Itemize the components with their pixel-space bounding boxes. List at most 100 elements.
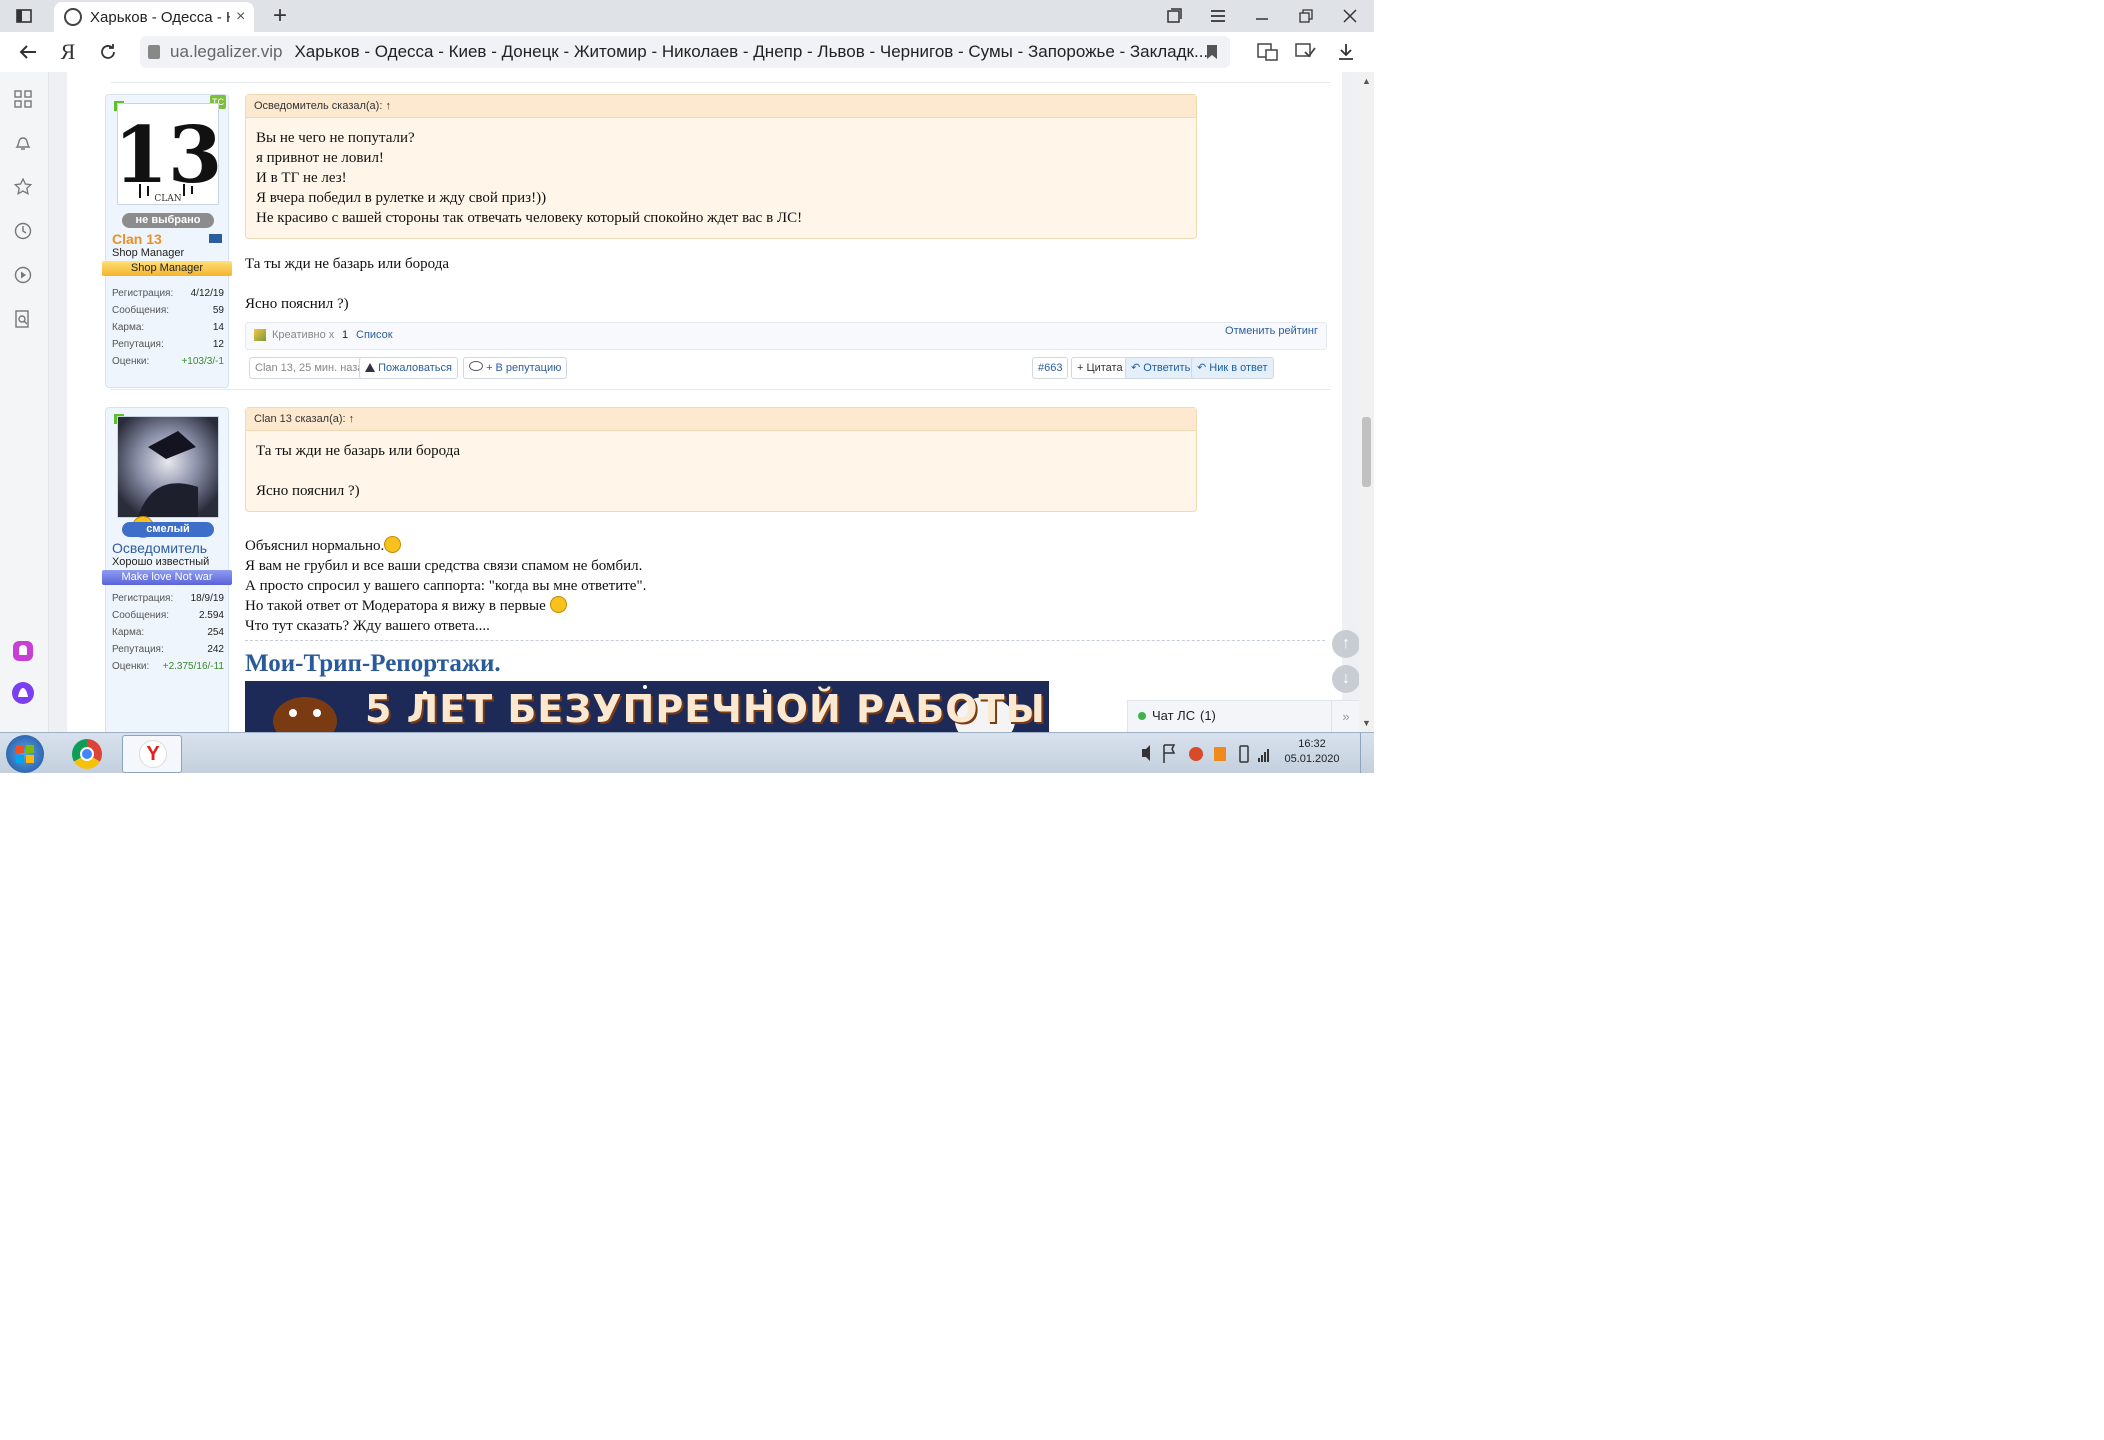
- lock-icon: [148, 45, 160, 59]
- bookmark-icon[interactable]: [1194, 32, 1230, 72]
- scroll-down-arrow-icon[interactable]: ▼: [1362, 718, 1371, 728]
- quote-line: Ясно пояснил ?): [256, 483, 360, 499]
- banner-text: 5 ЛЕТ БЕЗУПРЕЧНОЙ РАБОТЫ: [365, 687, 1046, 731]
- quote-line: [256, 461, 1186, 481]
- avatar[interactable]: [117, 416, 219, 518]
- reply-label: Ответить: [1143, 362, 1191, 374]
- clock[interactable]: 16:32 05.01.2020: [1282, 733, 1342, 773]
- yandex-taskbar-button[interactable]: Y: [122, 735, 182, 773]
- user-title: Shop Manager: [112, 247, 185, 259]
- clock-time: 16:32: [1298, 738, 1326, 750]
- quote-line: Та ты жди не базарь или борода: [256, 443, 461, 459]
- username[interactable]: Осведомитель: [112, 540, 207, 556]
- scrollbar-thumb[interactable]: [1362, 417, 1371, 487]
- yandex-browser-icon: Y: [139, 740, 167, 768]
- shocked-emoji-icon: [549, 596, 567, 613]
- quote-line: И в ТГ не лез!: [256, 170, 347, 186]
- rating-strip: Креативно x 1 Список Отменить рейтинг: [245, 322, 1327, 350]
- chat-pm-widget[interactable]: Чат ЛС (1) »: [1127, 700, 1359, 732]
- quote-body: Вы не чего не попутали? я привнот не лов…: [246, 118, 1196, 238]
- reply-arrow-icon: ↶: [1131, 362, 1141, 374]
- play-icon[interactable]: [10, 262, 36, 288]
- stat-label: Сообщения:: [112, 305, 170, 316]
- stat-value: 4/12/19: [190, 288, 224, 299]
- post-divider: [111, 82, 1331, 83]
- download-icon[interactable]: [1328, 32, 1364, 72]
- translate-icon[interactable]: [1250, 32, 1286, 72]
- warning-icon: [365, 363, 375, 372]
- browser-titlebar: Харьков - Одесса - Киев × +: [0, 0, 1374, 32]
- post-divider: [111, 389, 1331, 390]
- notification-bell-icon[interactable]: [10, 130, 36, 156]
- new-tab-button[interactable]: +: [258, 0, 302, 32]
- quote-header[interactable]: Осведомитель сказал(а): ↑: [246, 95, 1196, 118]
- user-banner: Shop Manager: [102, 261, 232, 276]
- stat-label: Оценки:: [112, 661, 150, 672]
- tab-favicon-icon: [64, 8, 82, 26]
- stat-label: Оценки:: [112, 356, 150, 367]
- avatar[interactable]: 13 CLAN: [114, 103, 222, 205]
- quote-button[interactable]: + Цитата: [1071, 357, 1129, 379]
- search-doc-icon[interactable]: [10, 306, 36, 332]
- message-line: [245, 274, 449, 294]
- avatar-caption: CLAN: [154, 194, 181, 204]
- stat-value: +2.375/16/-11: [162, 661, 224, 672]
- report-button[interactable]: Пожаловаться: [359, 357, 458, 379]
- avatar-number: 13: [118, 110, 218, 201]
- online-dot-icon: [1138, 712, 1146, 720]
- back-arrow-icon[interactable]: [10, 32, 46, 72]
- rating-count: 1: [342, 329, 349, 341]
- username[interactable]: Clan 13: [112, 231, 162, 247]
- cancel-rating-link[interactable]: Отменить рейтинг: [1225, 325, 1318, 337]
- collections-icon[interactable]: [1152, 0, 1196, 32]
- nick-reply-button[interactable]: ↶ Ник в ответ: [1191, 357, 1274, 379]
- quote-header[interactable]: Clan 13 сказал(а): ↑: [246, 408, 1196, 431]
- start-button[interactable]: [6, 735, 44, 773]
- tab-close-icon[interactable]: ×: [236, 8, 245, 26]
- sidebar-toggle-icon[interactable]: [2, 0, 46, 32]
- message-line: А просто спросил у вашего саппорта: "ког…: [245, 578, 647, 594]
- scroll-down-button[interactable]: ↓: [1332, 665, 1359, 693]
- close-window-icon[interactable]: [1328, 0, 1372, 32]
- restore-icon[interactable]: [1284, 0, 1328, 32]
- stat-value: 2.594: [198, 610, 224, 621]
- url-page-title: Харьков - Одесса - Киев - Донецк - Житом…: [294, 42, 1209, 61]
- message-line: Объяснил нормально.: [245, 538, 385, 554]
- post-number-link[interactable]: #663: [1032, 357, 1069, 379]
- chat-label: Чат ЛС: [1152, 708, 1196, 723]
- menu-icon[interactable]: [1196, 0, 1240, 32]
- alice-assistant-icon[interactable]: [10, 680, 36, 706]
- tab-active[interactable]: Харьков - Одесса - Киев ×: [54, 2, 254, 32]
- scroll-up-button[interactable]: ↑: [1332, 630, 1359, 658]
- signature-banner[interactable]: 5 ЛЕТ БЕЗУПРЕЧНОЙ РАБОТЫ: [245, 681, 1049, 732]
- apps-grid-icon[interactable]: [10, 86, 36, 112]
- browser-sidebar: [0, 72, 49, 732]
- stat-label: Карма:: [112, 627, 145, 638]
- history-clock-icon[interactable]: [10, 218, 36, 244]
- yandex-logo-icon[interactable]: Я: [50, 32, 86, 72]
- user-banner: Make love Not war: [102, 570, 232, 585]
- reputation-button[interactable]: + В репутацию: [463, 357, 568, 379]
- reader-icon[interactable]: [1288, 32, 1324, 72]
- scroll-up-arrow-icon[interactable]: ▲: [1362, 76, 1371, 86]
- message-line: Я вам не грубил и все ваши средства связ…: [245, 558, 643, 574]
- page-scrollbar[interactable]: ▲ ▼: [1359, 72, 1374, 732]
- eye-icon: [469, 361, 483, 371]
- messenger-icon[interactable]: [10, 638, 36, 664]
- minimize-icon[interactable]: [1240, 0, 1284, 32]
- post-meta[interactable]: Clan 13, 25 мин. назад: [249, 357, 376, 379]
- stat-value: 14: [212, 322, 224, 333]
- rating-list-link[interactable]: Список: [356, 329, 393, 341]
- url-field[interactable]: ua.legalizer.vip Харьков - Одесса - Киев…: [140, 36, 1230, 68]
- reload-icon[interactable]: [90, 32, 126, 72]
- stat-label: Карма:: [112, 322, 145, 333]
- stat-label: Репутация:: [112, 339, 164, 350]
- mail-icon[interactable]: [209, 234, 222, 243]
- reply-button[interactable]: ↶ Ответить: [1125, 357, 1197, 379]
- show-desktop-button[interactable]: [1360, 733, 1373, 773]
- signature-link[interactable]: Мои-Трип-Репортажи.: [245, 650, 501, 678]
- stat-label: Регистрация:: [112, 593, 174, 604]
- chrome-taskbar-icon[interactable]: [72, 739, 102, 769]
- chat-expand-icon[interactable]: »: [1331, 701, 1359, 732]
- star-icon[interactable]: [10, 174, 36, 200]
